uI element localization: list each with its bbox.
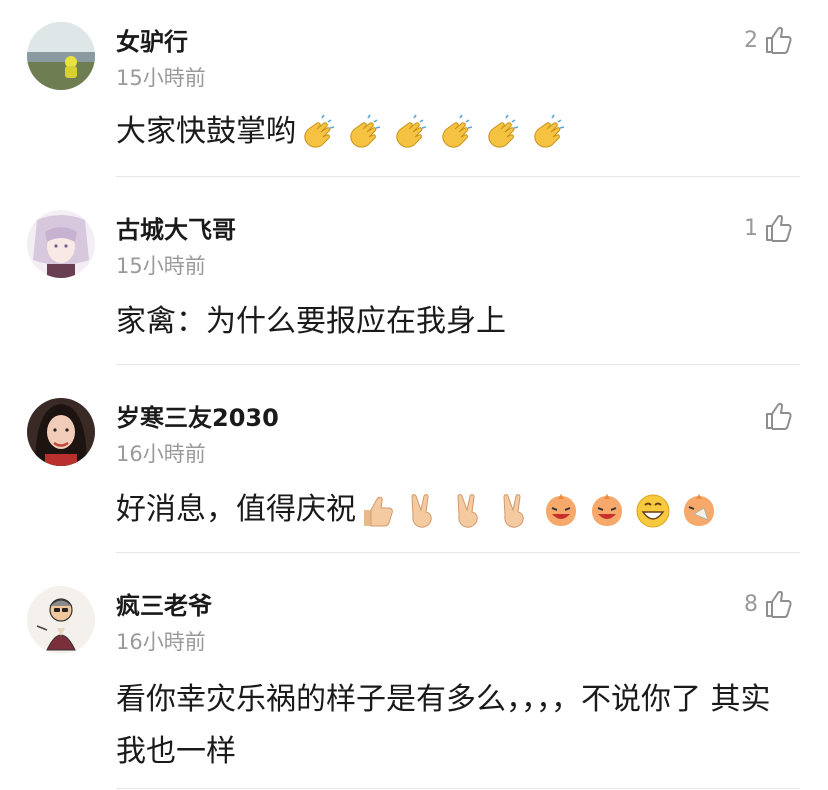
- clap-emoji: [528, 114, 566, 152]
- username[interactable]: 女驴行: [116, 22, 188, 57]
- comment-text: 看你幸灾乐祸的样子是有多么，，，，不说你了 其实我也一样: [116, 682, 771, 769]
- like-count: 8: [744, 591, 758, 617]
- victory-emoji: [450, 492, 488, 530]
- thumbs-up-outline-icon: [764, 589, 792, 619]
- thumbs-up-outline-icon: [764, 401, 792, 431]
- comment-item: 女驴行 15小時前 2 大家快鼓掌哟: [0, 0, 828, 177]
- username[interactable]: 疯三老爷: [116, 586, 212, 621]
- laughing-fan-emoji: [680, 492, 718, 530]
- comment-text: 家禽：为什么要报应在我身上: [116, 304, 506, 339]
- emoji-row: [298, 114, 566, 152]
- grinning-face-emoji: [634, 492, 672, 530]
- like-button[interactable]: 2: [744, 24, 792, 56]
- thumbs-up-outline-icon: [764, 25, 792, 55]
- comment-text-content: 好消息，值得庆祝: [116, 492, 356, 527]
- divider: [116, 788, 800, 789]
- clap-emoji: [344, 114, 382, 152]
- comment-text-content: 大家快鼓掌哟: [116, 114, 296, 149]
- like-button[interactable]: 8: [744, 588, 792, 620]
- thumbs-up-outline-icon: [764, 213, 792, 243]
- clap-emoji: [436, 114, 474, 152]
- comment-item: 岁寒三友2030 16小時前 好消息，值得庆祝: [0, 376, 828, 553]
- like-button[interactable]: 1: [744, 212, 792, 244]
- like-count: 2: [744, 27, 758, 53]
- clap-emoji: [390, 114, 428, 152]
- timestamp: 16小時前: [116, 630, 206, 654]
- thumbs-up-emoji: [358, 492, 396, 530]
- timestamp: 15小時前: [116, 66, 206, 90]
- timestamp: 15小時前: [116, 254, 206, 278]
- comment-text: 大家快鼓掌哟: [116, 108, 788, 156]
- clap-emoji: [482, 114, 520, 152]
- avatar[interactable]: [27, 22, 95, 90]
- avatar[interactable]: [27, 586, 95, 654]
- comment-item: 古城大飞哥 15小時前 1 家禽：为什么要报应在我身上: [0, 188, 828, 365]
- comment-item: 疯三老爷 16小時前 8 看你幸灾乐祸的样子是有多么，，，，不说你了 其实我也一…: [0, 564, 828, 790]
- clap-emoji: [298, 114, 336, 152]
- divider: [116, 176, 800, 177]
- laughing-face-emoji: [542, 492, 580, 530]
- username[interactable]: 岁寒三友2030: [116, 398, 279, 433]
- victory-emoji: [496, 492, 534, 530]
- avatar[interactable]: [27, 210, 95, 278]
- comment-text: 好消息，值得庆祝: [116, 486, 788, 534]
- timestamp: 16小時前: [116, 442, 206, 466]
- emoji-row: [358, 492, 718, 530]
- avatar[interactable]: [27, 398, 95, 466]
- laughing-face-emoji: [588, 492, 626, 530]
- divider: [116, 552, 800, 553]
- like-button[interactable]: [758, 400, 792, 432]
- like-count: 1: [744, 215, 758, 241]
- username[interactable]: 古城大飞哥: [116, 210, 236, 245]
- victory-emoji: [404, 492, 442, 530]
- divider: [116, 364, 800, 365]
